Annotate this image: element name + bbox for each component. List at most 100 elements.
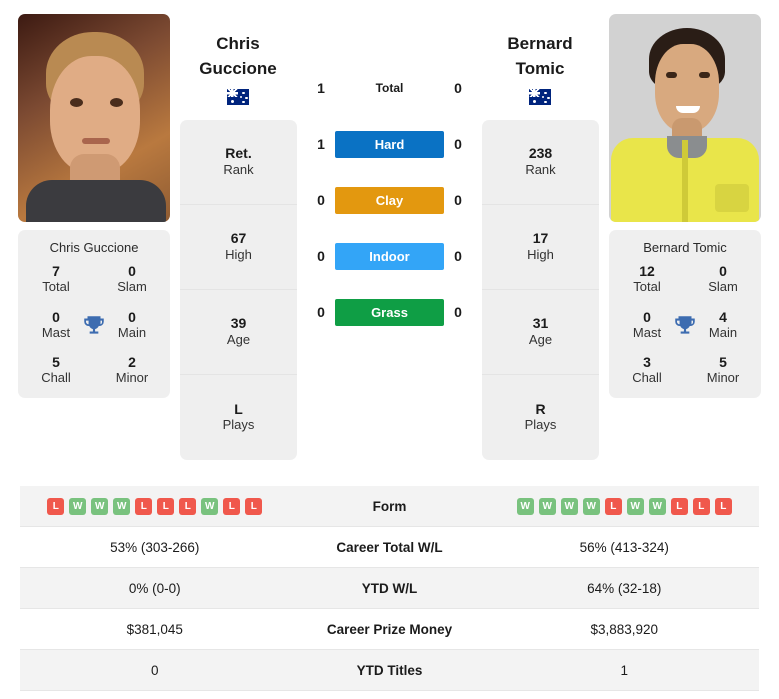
player-comparison-header: Chris Guccione 7 Total 0 Slam 0 Mast 0 M… xyxy=(0,0,779,472)
info-high-label: High xyxy=(527,246,554,262)
titles-minor-value: 2 xyxy=(128,354,136,371)
form-badge-l: L xyxy=(223,497,241,515)
form-badge-l: L xyxy=(714,497,732,515)
career-total-wl-left: 53% (303-266) xyxy=(110,539,200,555)
titles-minor-value: 5 xyxy=(719,354,727,371)
info-rank-label: Rank xyxy=(525,161,556,177)
table-row-label-form: Form xyxy=(372,498,407,514)
player-right-name-line2: Tomic xyxy=(515,58,565,78)
form-badge-w: W xyxy=(582,497,600,515)
player-left-titles-grid: 7 Total 0 Slam 0 Mast 0 Main 5 Chall 2 M… xyxy=(18,263,170,386)
player-right-titles-grid: 12 Total 0 Slam 0 Mast 4 Main 3 Chall 5 … xyxy=(609,263,761,386)
titles-cell-total: 12 Total xyxy=(609,263,685,295)
titles-cell-slam: 0 Slam xyxy=(94,263,170,295)
info-row-high: 17 High xyxy=(482,205,599,290)
info-row-plays: L Plays xyxy=(180,375,297,460)
form-badge-w: W xyxy=(201,497,219,515)
player-right-column: Bernard Tomic 12 Total 0 Slam 0 Mast 4 M… xyxy=(609,0,779,399)
form-right-badges: WWWWLWWLLL xyxy=(490,497,760,515)
info-row-high: 67 High xyxy=(180,205,297,290)
form-badge-l: L xyxy=(157,497,175,515)
form-badge-l: L xyxy=(135,497,153,515)
form-badge-w: W xyxy=(516,497,534,515)
table-row-label-ytd-titles: YTD Titles xyxy=(356,662,423,678)
h2h-clay-right-value: 0 xyxy=(454,192,462,208)
player-left-name-line1: Chris xyxy=(216,34,260,53)
table-row-ytd-wl: 0% (0-0) YTD W/L 64% (32-18) xyxy=(20,568,759,609)
player-right-name-heading[interactable]: Bernard Tomic xyxy=(470,32,610,106)
form-badge-w: W xyxy=(648,497,666,515)
h2h-row-clay: 0 Clay 0 xyxy=(307,172,472,228)
ytd-titles-right: 1 xyxy=(620,662,628,678)
form-badge-w: W xyxy=(69,497,87,515)
form-badge-w: W xyxy=(113,497,131,515)
h2h-grass-badge[interactable]: Grass xyxy=(335,298,444,326)
h2h-hard-badge[interactable]: Hard xyxy=(335,130,444,158)
info-high-label: High xyxy=(225,246,252,262)
comparison-table: LWWWLLLWLL Form WWWWLWWLLL 53% (303-266)… xyxy=(20,486,759,691)
player-left-name-line2: Guccione xyxy=(199,58,277,78)
info-high-value: 17 xyxy=(532,230,549,247)
table-row-career-prize-money: $381,045 Career Prize Money $3,883,920 xyxy=(20,609,759,650)
h2h-clay-left-value: 0 xyxy=(317,192,325,208)
h2h-indoor-badge[interactable]: Indoor xyxy=(335,242,444,270)
info-age-label: Age xyxy=(226,331,251,347)
titles-slam-label: Slam xyxy=(117,279,147,295)
info-row-age: 39 Age xyxy=(180,290,297,375)
player-left-column: Chris Guccione 7 Total 0 Slam 0 Mast 0 M… xyxy=(18,0,188,399)
info-high-value: 67 xyxy=(230,230,247,247)
info-row-rank: Ret. Rank xyxy=(180,120,297,205)
titles-chall-label: Chall xyxy=(632,370,662,386)
form-right: WWWWLWWLLL xyxy=(490,497,760,515)
ytd-wl-left: 0% (0-0) xyxy=(128,580,181,596)
career-prize-money-left: $381,045 xyxy=(126,621,183,637)
form-badge-l: L xyxy=(604,497,622,515)
info-plays-value: R xyxy=(535,400,546,417)
player-left-photo[interactable] xyxy=(18,14,170,222)
info-age-value: 31 xyxy=(532,315,549,332)
info-plays-label: Plays xyxy=(222,417,255,433)
info-rank-value: Ret. xyxy=(225,145,252,162)
titles-cell-minor: 2 Minor xyxy=(94,354,170,386)
titles-cell-minor: 5 Minor xyxy=(685,354,761,386)
h2h-grass-right-value: 0 xyxy=(454,304,462,320)
player-right-info-card: 238 Rank 17 High 31 Age R Plays xyxy=(482,120,599,460)
australia-flag-icon xyxy=(227,88,249,105)
titles-chall-label: Chall xyxy=(41,370,71,386)
info-rank-value: 238 xyxy=(528,145,553,162)
form-badge-w: W xyxy=(538,497,556,515)
titles-total-value: 12 xyxy=(639,263,655,279)
table-row-form: LWWWLLLWLL Form WWWWLWWLLL xyxy=(20,486,759,527)
player-left-name-heading[interactable]: Chris Guccione xyxy=(168,32,308,106)
table-row-label-ytd-wl: YTD W/L xyxy=(361,580,418,596)
titles-chall-value: 5 xyxy=(52,354,60,371)
player-right-card-name: Bernard Tomic xyxy=(643,240,727,255)
table-row-ytd-titles: 0 YTD Titles 1 xyxy=(20,650,759,691)
h2h-hard-left-value: 1 xyxy=(317,136,325,152)
australia-flag-icon xyxy=(529,88,551,105)
info-plays-value: L xyxy=(234,400,243,417)
h2h-row-total: 1 Total 0 xyxy=(307,60,472,116)
form-badge-w: W xyxy=(560,497,578,515)
form-badge-l: L xyxy=(179,497,197,515)
form-badge-l: L xyxy=(670,497,688,515)
career-total-wl-right: 56% (413-324) xyxy=(579,539,669,555)
info-row-rank: 238 Rank xyxy=(482,120,599,205)
h2h-clay-badge[interactable]: Clay xyxy=(335,186,444,214)
titles-cell-total: 7 Total xyxy=(18,263,94,295)
info-age-value: 39 xyxy=(230,315,247,332)
form-badge-w: W xyxy=(626,497,644,515)
titles-minor-label: Minor xyxy=(706,370,740,386)
ytd-titles-left: 0 xyxy=(150,662,159,678)
form-badge-w: W xyxy=(91,497,109,515)
h2h-row-hard: 1 Hard 0 xyxy=(307,116,472,172)
h2h-total-left-value: 1 xyxy=(317,80,325,96)
h2h-total-right-value: 0 xyxy=(454,80,462,96)
career-prize-money-right: $3,883,920 xyxy=(590,621,659,637)
titles-cell-chall: 3 Chall xyxy=(609,354,685,386)
titles-minor-label: Minor xyxy=(115,370,149,386)
player-right-photo[interactable] xyxy=(609,14,761,222)
ytd-wl-right: 64% (32-18) xyxy=(587,580,662,596)
head-to-head-column: 1 Total 0 1 Hard 0 0 Clay 0 0 Indoor 0 0… xyxy=(307,60,472,340)
h2h-grass-left-value: 0 xyxy=(317,304,325,320)
